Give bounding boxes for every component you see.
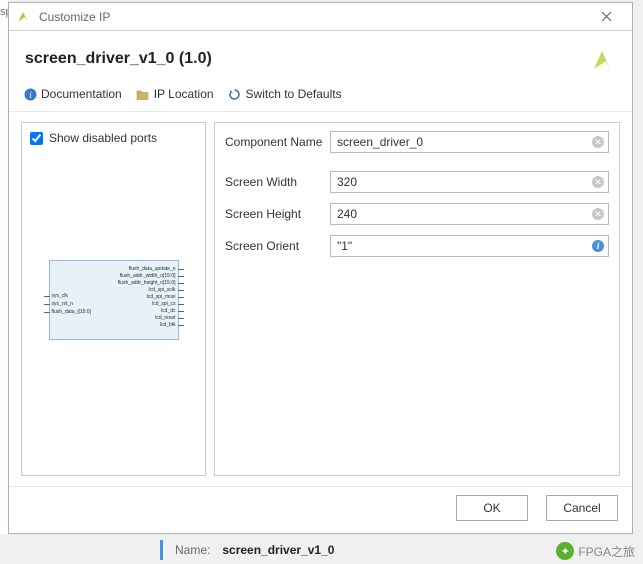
titlebar: Customize IP <box>9 3 632 31</box>
ip-block-diagram: sys_clk sys_rst_n flush_data_i[15:0] flu… <box>49 260 179 340</box>
screen-orient-input[interactable] <box>330 235 609 257</box>
port-label: flush_data_i[15:0] <box>52 309 91 316</box>
vivado-icon <box>15 9 31 25</box>
watermark-text: FPGA之旅 <box>578 543 635 560</box>
documentation-label: Documentation <box>41 87 122 101</box>
screen-height-row: Screen Height ✕ <box>225 203 609 225</box>
port-label: lcd_reset <box>155 315 175 322</box>
port-label: flush_data_update_o <box>129 266 176 273</box>
toolbar: i Documentation IP Location Switch to De… <box>9 83 632 112</box>
component-name-label: Component Name <box>225 135 330 149</box>
watermark: ✦ FPGA之旅 <box>556 542 635 560</box>
port-label: lcd_spi_cs <box>152 301 175 308</box>
clear-icon[interactable]: ✕ <box>591 175 605 189</box>
show-disabled-ports-input[interactable] <box>30 132 43 145</box>
port-label: flush_addr_width_o[15:0] <box>120 273 176 280</box>
clear-icon[interactable]: ✕ <box>591 135 605 149</box>
accent-bar <box>160 540 163 560</box>
refresh-icon <box>228 87 242 101</box>
component-name-row: Component Name ✕ <box>225 131 609 153</box>
name-label: Name: <box>175 543 210 557</box>
background-properties-strip: Name: screen_driver_v1_0 <box>0 536 643 564</box>
screen-orient-row: Screen Orient i <box>225 235 609 257</box>
screen-height-input[interactable] <box>330 203 609 225</box>
xilinx-logo-icon <box>588 45 616 73</box>
properties-panel: Component Name ✕ Screen Width ✕ Screen H… <box>214 122 620 476</box>
port-label: sys_rst_n <box>52 301 73 308</box>
name-value: screen_driver_v1_0 <box>222 543 334 557</box>
screen-width-input[interactable] <box>330 171 609 193</box>
dialog-button-bar: OK Cancel <box>9 486 632 533</box>
ip-location-link[interactable]: IP Location <box>136 87 214 101</box>
ip-location-label: IP Location <box>154 87 214 101</box>
preview-panel: Show disabled ports sys_clk sys_rst_n fl… <box>21 122 206 476</box>
header-section: screen_driver_v1_0 (1.0) <box>9 31 632 83</box>
main-area: Show disabled ports sys_clk sys_rst_n fl… <box>9 112 632 486</box>
switch-defaults-label: Switch to Defaults <box>246 87 342 101</box>
customize-ip-dialog: Customize IP screen_driver_v1_0 (1.0) i … <box>8 2 633 534</box>
show-disabled-ports-label: Show disabled ports <box>49 131 157 145</box>
port-label: sys_clk <box>52 293 68 300</box>
port-label: lcd_blk <box>160 322 176 329</box>
ok-button[interactable]: OK <box>456 495 528 521</box>
screen-height-label: Screen Height <box>225 207 330 221</box>
folder-icon <box>136 87 150 101</box>
port-label: lcd_dc <box>161 308 175 315</box>
close-button[interactable] <box>586 3 626 30</box>
clear-icon[interactable]: ✕ <box>591 207 605 221</box>
show-disabled-ports-checkbox[interactable]: Show disabled ports <box>30 131 197 145</box>
screen-width-row: Screen Width ✕ <box>225 171 609 193</box>
component-title: screen_driver_v1_0 (1.0) <box>25 50 212 68</box>
component-name-input[interactable] <box>330 131 609 153</box>
window-title: Customize IP <box>39 10 586 24</box>
info-icon: i <box>23 87 37 101</box>
wechat-icon: ✦ <box>556 542 574 560</box>
cropped-background-window: sp <box>0 0 8 534</box>
switch-defaults-link[interactable]: Switch to Defaults <box>228 87 342 101</box>
documentation-link[interactable]: i Documentation <box>23 87 122 101</box>
port-label: lcd_spi_sclk <box>149 287 176 294</box>
cancel-button[interactable]: Cancel <box>546 495 618 521</box>
screen-orient-label: Screen Orient <box>225 239 330 253</box>
info-icon[interactable]: i <box>591 239 605 253</box>
screen-width-label: Screen Width <box>225 175 330 189</box>
port-label: flush_addr_height_o[15:0] <box>118 280 176 287</box>
port-label: lcd_spi_mosi <box>147 294 176 301</box>
